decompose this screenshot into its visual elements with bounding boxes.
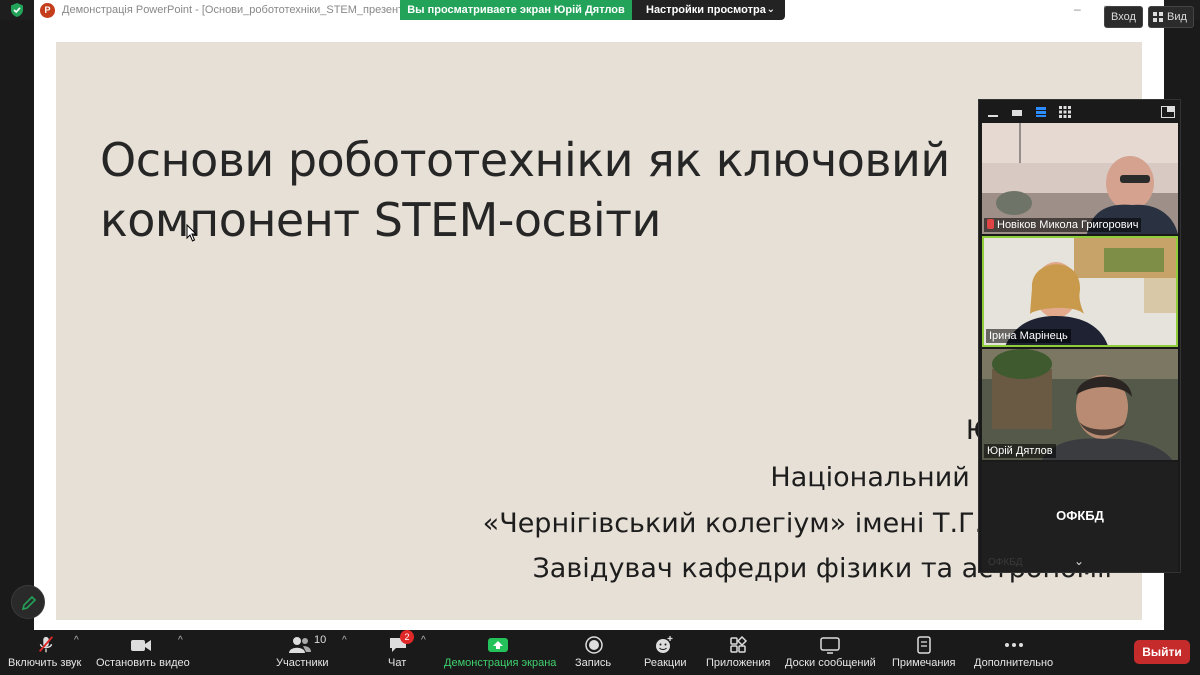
annotate-button[interactable]	[11, 585, 45, 619]
chevron-down-icon: ⌄	[766, 4, 775, 15]
notes-label: Примечания	[892, 657, 956, 669]
record-label: Запись	[575, 657, 612, 669]
audio-options-caret[interactable]: ^	[74, 635, 79, 646]
chat-button[interactable]: 2 Чат	[380, 630, 416, 675]
screen-share-banner: Вы просматриваете экран Юрій Дятлов Наст…	[400, 0, 785, 20]
single-video-icon[interactable]	[1011, 106, 1023, 118]
reactions-button[interactable]: Реакции	[640, 630, 688, 675]
participants-options-caret[interactable]: ^	[342, 635, 347, 646]
participant-name: Юрій Дятлов	[987, 445, 1053, 457]
more-dots-icon	[1005, 643, 1023, 647]
whiteboards-label: Доски сообщений	[785, 657, 876, 669]
meeting-toolbar: Включить звук ^ Остановить видео ^ 10 Уч…	[0, 630, 1200, 675]
zoom-meeting-window: P Демонстрація PowerPoint - [Основи_робо…	[0, 0, 1200, 675]
apps-button[interactable]: Приложения	[704, 630, 772, 675]
pip-toggle-icon[interactable]	[1161, 106, 1175, 118]
slide-university-line: Національний ун	[770, 462, 1012, 493]
muted-mic-icon	[987, 219, 994, 229]
participant-name-label: Ірина Марінець	[986, 329, 1071, 343]
participants-count: 10	[314, 634, 327, 646]
slide-college-line: «Чернігівський колегіум» імені Т.Г.Ш	[482, 508, 1012, 539]
powerpoint-icon: P	[40, 3, 55, 18]
view-label: Вид	[1167, 11, 1187, 23]
stop-video-label: Остановить видео	[96, 657, 190, 669]
apps-icon	[730, 635, 748, 653]
whiteboards-button[interactable]: Доски сообщений	[784, 630, 876, 675]
reactions-label: Реакции	[644, 657, 687, 669]
whiteboard-icon	[820, 637, 840, 654]
participant-video-tile-active-speaker[interactable]: Ірина Марінець	[982, 236, 1178, 347]
participant-video-tile[interactable]: Юрій Дятлов	[982, 349, 1178, 460]
minimize-video-icon[interactable]	[987, 106, 999, 118]
participant-display-name: ОФКБД	[1056, 508, 1104, 523]
unmute-label: Включить звук	[8, 657, 82, 669]
notes-icon	[917, 636, 931, 654]
share-screen-button[interactable]: Демонстрация экрана	[440, 630, 556, 675]
chat-unread-badge: 2	[400, 630, 414, 644]
gallery-header	[979, 100, 1180, 122]
chat-label: Чат	[388, 657, 407, 669]
powerpoint-window-title: Демонстрація PowerPoint - [Основи_робото…	[62, 4, 416, 16]
participant-video-tile[interactable]: Новіков Микола Григорович	[982, 123, 1178, 234]
participants-button[interactable]: 10 Участники	[270, 630, 334, 675]
more-button[interactable]: Дополнительно	[972, 630, 1056, 675]
view-button[interactable]: Вид	[1148, 6, 1194, 28]
stop-video-button[interactable]: Остановить видео	[92, 630, 190, 675]
video-camera-icon	[131, 640, 151, 651]
mouse-cursor-icon	[186, 224, 198, 242]
participant-name-label: Новіков Микола Григорович	[984, 218, 1142, 232]
minimize-button: –	[1074, 2, 1081, 16]
participant-name: Ірина Марінець	[989, 330, 1068, 342]
pencil-icon	[21, 595, 37, 611]
more-label: Дополнительно	[974, 657, 1054, 669]
participants-label: Участники	[276, 657, 329, 669]
reactions-smiley-icon	[656, 636, 673, 653]
viewing-screen-status: Вы просматриваете экран Юрій Дятлов	[400, 0, 632, 20]
record-button[interactable]: Запись	[572, 630, 616, 675]
participant-name: Новіков Микола Григорович	[997, 219, 1139, 231]
apps-label: Приложения	[706, 657, 771, 669]
participant-no-video-tile[interactable]: ОФКБД ОФКБД ⌄	[982, 462, 1178, 572]
chat-options-caret[interactable]: ^	[421, 635, 426, 646]
participants-icon	[289, 637, 311, 653]
video-options-caret[interactable]: ^	[178, 635, 183, 646]
notes-button[interactable]: Примечания	[890, 630, 958, 675]
enter-fullscreen-label: Вход	[1111, 11, 1136, 23]
speaker-stack-icon[interactable]	[1035, 106, 1047, 118]
leave-meeting-button[interactable]: Выйти	[1134, 640, 1190, 664]
participant-name-label: ОФКБД	[988, 557, 1023, 568]
gallery-scroll-down-icon[interactable]: ⌄	[1074, 554, 1084, 568]
record-icon	[585, 636, 603, 654]
gallery-grid-icon[interactable]	[1059, 106, 1071, 118]
view-options-label: Настройки просмотра	[646, 4, 766, 16]
share-screen-icon	[488, 638, 508, 652]
muted-microphone-icon	[38, 636, 54, 653]
encryption-shield-icon[interactable]	[10, 3, 24, 17]
share-screen-label: Демонстрация экрана	[444, 657, 557, 669]
view-options-button[interactable]: Настройки просмотра ⌄	[632, 0, 785, 20]
view-grid-icon	[1153, 12, 1163, 22]
video-gallery-panel: Новіков Микола Григорович Ірина Марінець	[978, 99, 1181, 573]
enter-fullscreen-button[interactable]: Вход	[1104, 6, 1143, 28]
participant-name-label: Юрій Дятлов	[984, 444, 1056, 458]
